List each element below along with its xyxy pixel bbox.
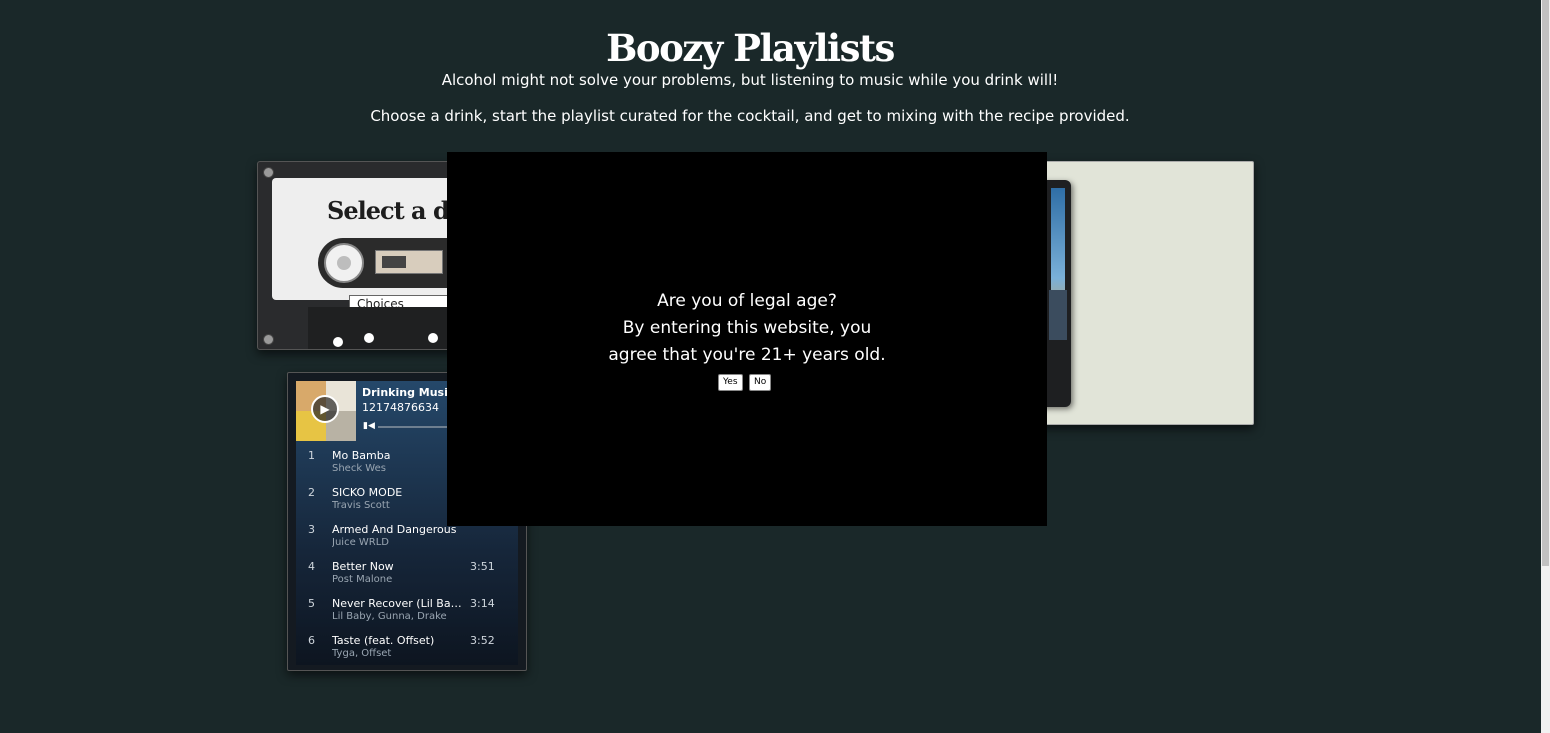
track-artist: Juice WRLD: [332, 537, 390, 548]
cassette-hole: [428, 333, 438, 343]
instructions: Choose a drink, start the playlist curat…: [370, 107, 1130, 125]
scrollbar-thumb[interactable]: [1542, 0, 1549, 566]
track-number: 1: [308, 449, 315, 462]
track-number: 2: [308, 486, 315, 499]
age-question-line: Are you of legal age?: [657, 291, 837, 311]
page-scrollbar[interactable]: [1541, 0, 1550, 733]
tape-window: [318, 238, 458, 288]
cassette-reel-icon: [324, 243, 364, 283]
track-number: 4: [308, 560, 315, 573]
cassette-hole: [364, 333, 374, 343]
age-verification-modal: Are you of legal age? By entering this w…: [447, 152, 1047, 526]
track-row[interactable]: 5 Never Recover (Lil Baby & Gunna, Drake…: [296, 595, 518, 632]
play-icon[interactable]: ▶: [311, 395, 339, 423]
playlist-owner[interactable]: 12174876634: [362, 401, 439, 414]
tape-view: [375, 250, 443, 274]
track-title: Taste (feat. Offset): [332, 634, 435, 647]
playlist-name[interactable]: Drinking Music: [362, 386, 454, 399]
skip-back-icon[interactable]: ▮◀: [363, 421, 375, 431]
track-title: Mo Bamba: [332, 449, 391, 462]
yes-button[interactable]: Yes: [718, 374, 743, 391]
track-duration: 3:14: [470, 597, 495, 610]
track-number: 3: [308, 523, 315, 536]
track-number: 5: [308, 597, 315, 610]
cassette-heading: Select a drink: [327, 196, 459, 225]
track-duration: 3:52: [470, 634, 495, 647]
track-title: Armed And Dangerous: [332, 523, 457, 536]
track-row[interactable]: 4 Better Now Post Malone 3:51: [296, 558, 518, 595]
cassette-card: Select a drink Choices: [257, 161, 459, 350]
track-number: 6: [308, 634, 315, 647]
track-artist: Post Malone: [332, 574, 393, 585]
track-title: Never Recover (Lil Baby & Gunna, Drake): [332, 597, 462, 610]
playlist-cover[interactable]: ▶: [296, 381, 356, 441]
cassette-bottom: [308, 307, 458, 349]
track-duration: 3:51: [470, 560, 495, 573]
tagline: Alcohol might not solve your problems, b…: [441, 71, 1059, 89]
cassette-hole: [333, 337, 343, 347]
track-title: SICKO MODE: [332, 486, 403, 499]
age-question-line: agree that you're 21+ years old.: [608, 345, 886, 365]
no-button[interactable]: No: [749, 374, 772, 391]
track-row[interactable]: 3 Armed And Dangerous Juice WRLD: [296, 521, 518, 558]
age-question-line: By entering this website, you: [622, 318, 872, 338]
age-question: Are you of legal age? By entering this w…: [447, 288, 1047, 369]
track-row[interactable]: 6 Taste (feat. Offset) Tyga, Offset 3:52: [296, 632, 518, 669]
page-title: Boozy Playlists: [606, 26, 895, 70]
screw-icon: [263, 167, 274, 178]
track-title: Better Now: [332, 560, 394, 573]
screw-icon: [263, 334, 274, 345]
track-artist: Tyga, Offset: [332, 648, 392, 659]
track-artist: Lil Baby, Gunna, Drake: [332, 611, 447, 622]
cassette-label: Select a drink Choices: [272, 178, 459, 312]
